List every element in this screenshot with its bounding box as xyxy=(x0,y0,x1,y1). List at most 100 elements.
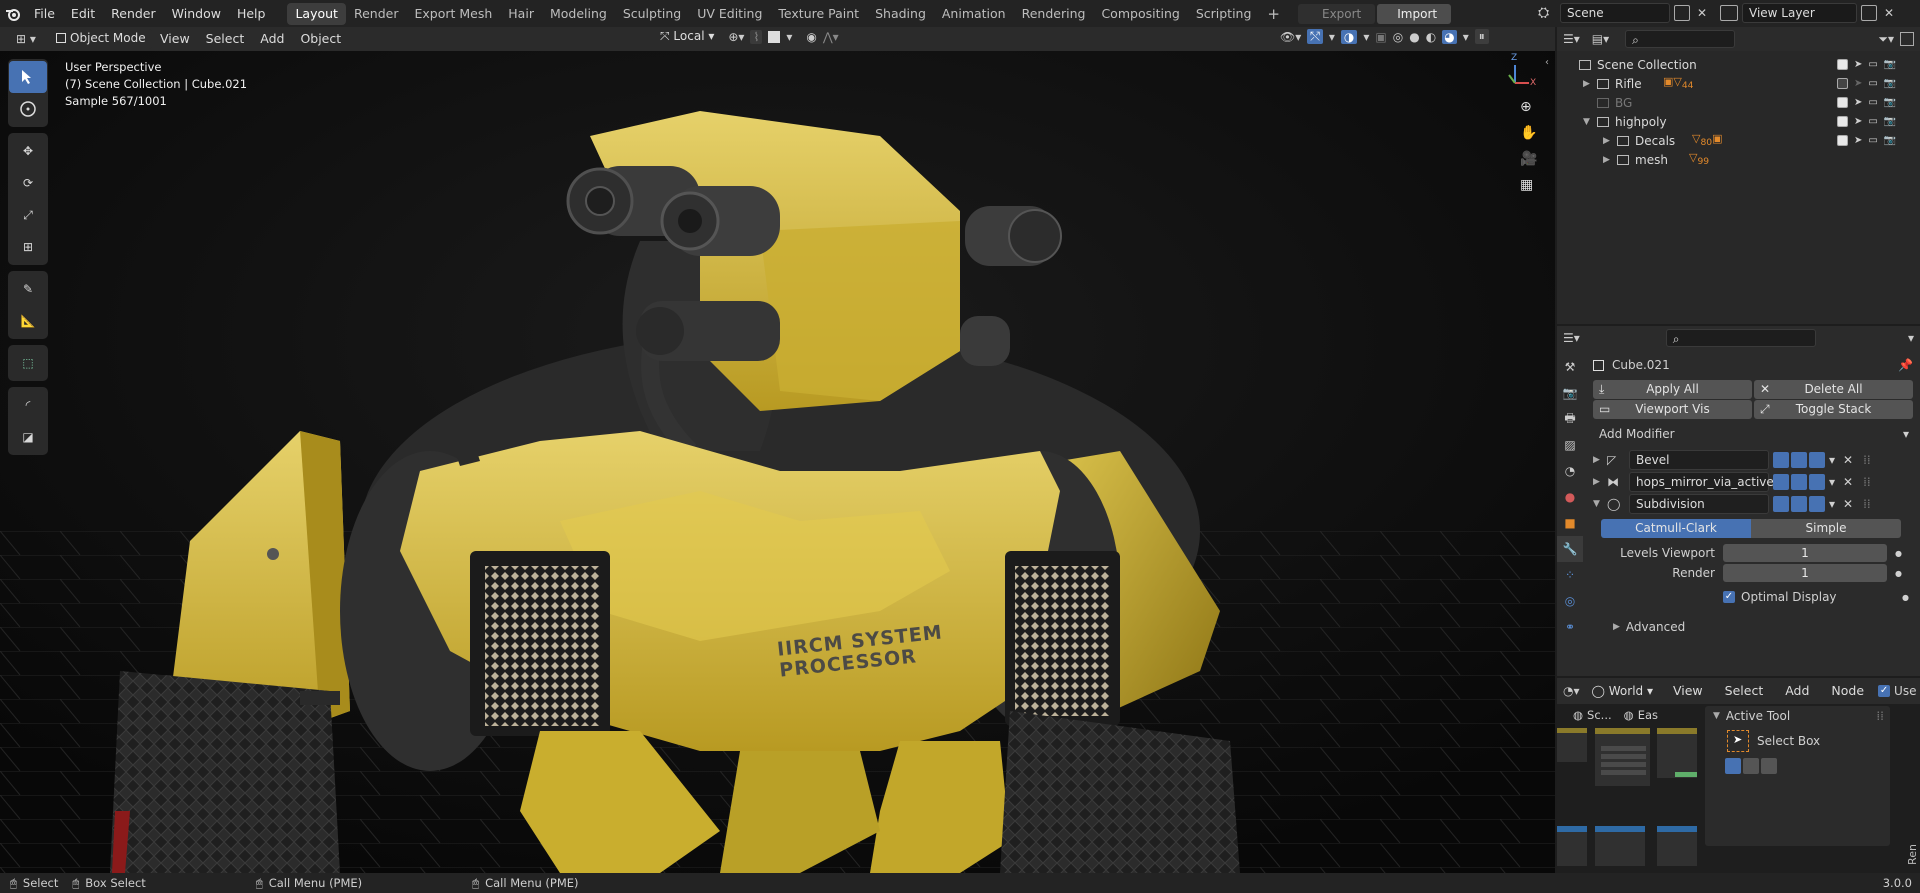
shading-dropdown-icon[interactable]: ▾ xyxy=(1463,30,1469,44)
node-menu-add[interactable]: Add xyxy=(1777,680,1817,702)
shading-material-icon[interactable]: ◐ xyxy=(1426,30,1436,44)
rotate-tool-icon[interactable]: ⟳ xyxy=(9,167,47,199)
remove-modifier-icon[interactable]: ✕ xyxy=(1843,475,1853,489)
select-mode-subtract-icon[interactable] xyxy=(1761,758,1777,774)
node-menu-select[interactable]: Select xyxy=(1717,680,1772,702)
overlay-dropdown-icon[interactable]: ▾ xyxy=(1363,30,1369,44)
import-button[interactable]: Import xyxy=(1377,3,1452,24)
transform-tool-icon[interactable]: ⊞ xyxy=(9,231,47,263)
exclude-checkbox[interactable] xyxy=(1837,116,1848,127)
node-menu-node[interactable]: Node xyxy=(1823,680,1872,702)
collapse-arrow-icon[interactable]: ▼ xyxy=(1593,499,1607,509)
render-levels-field[interactable]: 1 xyxy=(1723,564,1887,582)
render-toggle-icon[interactable] xyxy=(1809,496,1825,512)
measure-tool-icon[interactable]: 📐 xyxy=(9,305,47,337)
viewport-toggle-icon[interactable] xyxy=(1791,496,1807,512)
viewport-toggle-icon[interactable]: ▭ xyxy=(1868,116,1877,127)
tool-tab-icon[interactable]: ⚒ xyxy=(1557,354,1583,380)
shading-wireframe-icon[interactable]: ◎ xyxy=(1393,30,1403,44)
expand-arrow-icon[interactable]: ▶ xyxy=(1593,455,1607,465)
expand-arrow-icon[interactable]: ▶ xyxy=(1603,155,1617,165)
tab-render[interactable]: Render xyxy=(346,3,407,25)
scale-tool-icon[interactable]: ⤢ xyxy=(9,199,47,231)
blender-logo-icon[interactable] xyxy=(0,1,26,27)
view-layer-tab-icon[interactable]: ▨ xyxy=(1557,432,1583,458)
editmode-toggle-icon[interactable] xyxy=(1773,452,1789,468)
output-tab-icon[interactable]: 🖶 xyxy=(1557,406,1583,432)
annotate-tool-icon[interactable]: ✎ xyxy=(9,273,47,305)
modifier-dropdown-icon[interactable]: ▾ xyxy=(1829,475,1835,489)
render-toggle-icon[interactable]: 📷 xyxy=(1884,135,1896,146)
modifier-dropdown-icon[interactable]: ▾ xyxy=(1829,453,1835,467)
modifier-name-field[interactable]: hops_mirror_via_active xyxy=(1629,472,1774,492)
zoom-icon[interactable]: ⊕ xyxy=(1520,99,1537,115)
expand-arrow-icon[interactable]: ▶ xyxy=(1593,477,1607,487)
viewport-toggle-icon[interactable]: ▭ xyxy=(1868,59,1877,70)
keyframe-dot-icon[interactable]: ● xyxy=(1895,569,1902,578)
constraints-tab-icon[interactable]: ⚭ xyxy=(1557,614,1583,640)
proportional-edit-icon[interactable]: ◉ xyxy=(806,30,816,44)
menu-help[interactable]: Help xyxy=(229,3,274,25)
outliner-filter-icon[interactable]: ⏷▾ xyxy=(1878,32,1894,47)
render-toggle-icon[interactable] xyxy=(1809,474,1825,490)
world-tab-icon[interactable]: ● xyxy=(1557,484,1583,510)
tab-scripting[interactable]: Scripting xyxy=(1188,3,1260,25)
tab-hair[interactable]: Hair xyxy=(500,3,542,25)
exclude-checkbox[interactable] xyxy=(1837,59,1848,70)
tab-modeling[interactable]: Modeling xyxy=(542,3,615,25)
optimal-display-checkbox[interactable]: ✓ xyxy=(1723,591,1735,603)
pin-icon[interactable]: 📌 xyxy=(1898,358,1913,372)
breadcrumb-scene[interactable]: Sc... xyxy=(1587,708,1612,722)
outliner-item-mesh[interactable]: ▶ mesh ▽99 xyxy=(1557,150,1920,169)
delete-view-layer-icon[interactable]: ✕ xyxy=(1881,6,1897,20)
modifier-bevel[interactable]: ▶ ◸ Bevel ▾ ✕ ⁞⁞ xyxy=(1593,449,1913,471)
drag-handle-icon[interactable]: ⁞⁞ xyxy=(1863,475,1871,489)
tab-texture-paint[interactable]: Texture Paint xyxy=(770,3,867,25)
node-editor-type-icon[interactable]: ◔▾ xyxy=(1563,684,1580,698)
expand-arrow-icon[interactable]: ▶ xyxy=(1603,136,1617,146)
toggle-stack-button[interactable]: ⤢ Toggle Stack xyxy=(1754,400,1913,419)
visibility-icon[interactable]: 👁▾ xyxy=(1280,30,1301,44)
menu-file[interactable]: File xyxy=(26,3,63,25)
render-toggle-icon[interactable]: 📷 xyxy=(1884,78,1896,89)
select-toggle-icon[interactable]: ➤ xyxy=(1854,59,1862,70)
tab-shading[interactable]: Shading xyxy=(867,3,934,25)
viewport-toggle-icon[interactable] xyxy=(1791,452,1807,468)
select-mode-new-icon[interactable] xyxy=(1725,758,1741,774)
add-workspace-icon[interactable]: + xyxy=(1259,3,1288,25)
outliner-editor-type-icon[interactable]: ☰▾ xyxy=(1563,32,1580,46)
falloff-icon[interactable]: ⋀▾ xyxy=(823,30,839,44)
boolean-tool-icon[interactable]: ◪ xyxy=(9,421,47,453)
tab-sculpting[interactable]: Sculpting xyxy=(615,3,689,25)
delete-all-button[interactable]: ✕ Delete All xyxy=(1754,380,1913,399)
select-mode-extend-icon[interactable] xyxy=(1743,758,1759,774)
move-tool-icon[interactable]: ✥ xyxy=(9,135,47,167)
camera-view-icon[interactable]: 🎥 xyxy=(1520,151,1537,167)
ortho-grid-icon[interactable]: ▦ xyxy=(1520,177,1537,193)
modifier-tab-icon[interactable]: 🔧 xyxy=(1557,536,1583,562)
select-box-tool-icon[interactable] xyxy=(9,61,47,93)
pause-render-icon[interactable]: ⏸ xyxy=(1474,29,1489,44)
modifier-subdivision[interactable]: ▼ ◯ Subdivision ▾ ✕ ⁞⁞ xyxy=(1593,493,1913,515)
xray-icon[interactable]: ▣ xyxy=(1375,30,1386,44)
3d-viewport[interactable]: IIRCM SYSTEM PROCESSOR User Perspective … xyxy=(0,51,1555,873)
breadcrumb-world[interactable]: Eas xyxy=(1638,708,1658,722)
modifier-dropdown-icon[interactable]: ▾ xyxy=(1829,497,1835,511)
shading-rendered-icon[interactable]: ◕ xyxy=(1442,29,1457,44)
apply-all-button[interactable]: ⤓ Apply All xyxy=(1593,380,1752,399)
tab-rendering[interactable]: Rendering xyxy=(1014,3,1094,25)
scene-tab-icon[interactable]: ◔ xyxy=(1557,458,1583,484)
collapse-arrow-icon[interactable]: ▼ xyxy=(1583,117,1597,127)
view-layer-field[interactable]: View Layer xyxy=(1742,3,1857,23)
properties-search-input[interactable]: ⌕ xyxy=(1665,329,1816,347)
tab-uv-editing[interactable]: UV Editing xyxy=(689,3,770,25)
collapse-sidebar-icon[interactable]: ‹ xyxy=(1545,57,1549,68)
viewport-toggle-icon[interactable] xyxy=(1791,474,1807,490)
render-toggle-icon[interactable]: 📷 xyxy=(1884,97,1896,108)
gizmo-toggle-icon[interactable]: ⤲ xyxy=(1307,29,1323,44)
menu-edit[interactable]: Edit xyxy=(63,3,103,25)
use-nodes-checkbox[interactable]: ✓Use No xyxy=(1878,684,1920,698)
new-scene-icon[interactable] xyxy=(1674,5,1690,21)
remove-modifier-icon[interactable]: ✕ xyxy=(1843,453,1853,467)
render-tab-icon[interactable]: 📷 xyxy=(1557,380,1583,406)
